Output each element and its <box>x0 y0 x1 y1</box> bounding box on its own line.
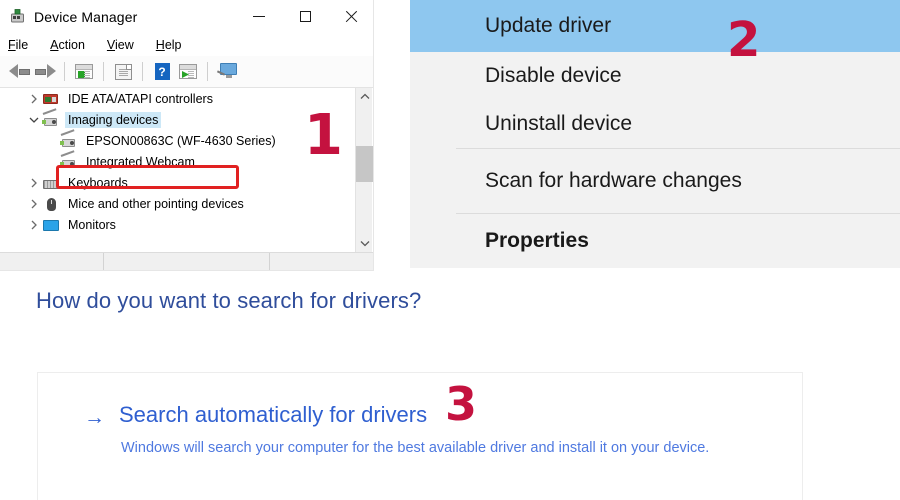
menu-item-label: Uninstall device <box>485 112 633 135</box>
tree-item-label: Monitors <box>68 217 116 232</box>
tree-item-epson-printer[interactable]: EPSON00863C (WF-4630 Series) <box>0 128 373 151</box>
option-title: Search automatically for drivers <box>119 402 428 427</box>
toolbar-separator <box>64 62 65 81</box>
toolbar-separator <box>142 62 143 81</box>
tree-item-label: Keyboards <box>68 175 128 190</box>
chevron-right-icon[interactable] <box>26 199 42 209</box>
keyboard-icon <box>42 175 60 191</box>
status-pane-3 <box>270 253 373 270</box>
chevron-down-icon[interactable] <box>26 116 42 124</box>
ide-controller-icon <box>42 91 60 107</box>
help-button[interactable]: ? <box>149 59 175 85</box>
minimize-button[interactable] <box>236 0 282 33</box>
tree-scrollbar[interactable] <box>355 88 373 252</box>
enable-device-button[interactable] <box>175 59 201 85</box>
menu-item-label: Disable device <box>485 64 622 87</box>
scroll-down-icon[interactable] <box>356 235 373 252</box>
mouse-icon <box>42 196 60 212</box>
status-pane-2 <box>104 253 270 270</box>
device-context-menu: Update driver Disable device Uninstall d… <box>410 0 900 268</box>
close-icon <box>345 10 358 23</box>
maximize-icon <box>299 11 311 22</box>
menu-action[interactable]: Action <box>50 38 85 52</box>
option-search-automatically[interactable]: → Search automatically for drivers <box>84 402 428 429</box>
scroll-up-icon[interactable] <box>356 88 373 105</box>
tree-item-mice[interactable]: Mice and other pointing devices <box>0 193 373 214</box>
monitor-scan-icon <box>216 63 238 80</box>
tree-item-label: Imaging devices <box>65 111 162 128</box>
maximize-button[interactable] <box>282 0 328 33</box>
minimize-icon <box>253 16 265 17</box>
imaging-device-icon <box>60 149 78 170</box>
forward-button[interactable] <box>32 59 58 85</box>
menu-bar: File Action View Help <box>0 33 373 56</box>
menu-help[interactable]: Help <box>156 38 182 52</box>
tree-item-monitors[interactable]: Monitors <box>0 214 373 235</box>
tree-item-label: Integrated Webcam <box>86 154 195 169</box>
tree-item-label: Mice and other pointing devices <box>68 196 244 211</box>
forward-arrow-icon <box>34 64 56 79</box>
scrollbar-thumb[interactable] <box>356 146 373 182</box>
toolbar-separator <box>207 62 208 81</box>
back-arrow-icon <box>8 64 30 79</box>
tree-item-ide-controllers[interactable]: IDE ATA/ATAPI controllers <box>0 88 373 109</box>
imaging-device-icon <box>60 128 78 149</box>
arrow-right-icon: → <box>84 406 105 429</box>
wizard-options-card: → Search automatically for drivers Windo… <box>37 372 803 500</box>
tree-item-imaging-devices[interactable]: Imaging devices <box>0 107 373 130</box>
monitor-icon <box>42 217 60 233</box>
chevron-right-icon[interactable] <box>26 220 42 230</box>
option-description: Windows will search your computer for th… <box>121 440 710 456</box>
status-bar <box>0 252 373 270</box>
menu-item-disable-device[interactable]: Disable device <box>410 52 900 100</box>
menu-item-label: Update driver <box>485 14 612 37</box>
scan-hardware-button[interactable] <box>214 59 240 85</box>
tree-item-label: IDE ATA/ATAPI controllers <box>68 91 213 106</box>
device-manager-window: Device Manager File Action View Help ? I… <box>0 0 374 271</box>
update-driver-wizard: How do you want to search for drivers? →… <box>0 276 900 500</box>
toolbar: ? <box>0 56 373 88</box>
menu-item-label: Properties <box>485 229 589 252</box>
play-window-icon <box>179 64 197 79</box>
menu-item-label: Scan for hardware changes <box>485 169 742 192</box>
menu-file[interactable]: File <box>8 38 28 52</box>
properties-button[interactable] <box>71 59 97 85</box>
tree-item-keyboards[interactable]: Keyboards <box>0 172 373 193</box>
document-icon <box>114 63 132 80</box>
status-pane-1 <box>0 253 104 270</box>
menu-item-uninstall-device[interactable]: Uninstall device <box>410 100 900 148</box>
menu-item-properties[interactable]: Properties <box>410 214 900 268</box>
help-question-icon: ? <box>154 63 170 80</box>
title-bar: Device Manager <box>0 0 373 33</box>
imaging-device-icon <box>42 107 60 128</box>
tree-item-integrated-webcam[interactable]: Integrated Webcam <box>0 149 373 172</box>
wizard-heading: How do you want to search for drivers? <box>36 288 422 313</box>
device-tree[interactable]: IDE ATA/ATAPI controllers Imaging device… <box>0 88 373 252</box>
device-manager-icon <box>9 8 26 25</box>
properties-window-icon <box>75 64 93 79</box>
chevron-right-icon[interactable] <box>26 94 42 104</box>
close-button[interactable] <box>328 0 373 33</box>
chevron-right-icon[interactable] <box>26 178 42 188</box>
menu-item-update-driver[interactable]: Update driver <box>410 0 900 52</box>
update-driver-button[interactable] <box>110 59 136 85</box>
toolbar-separator <box>103 62 104 81</box>
menu-view[interactable]: View <box>107 38 134 52</box>
window-title: Device Manager <box>34 8 138 25</box>
menu-item-scan-for-hardware-changes[interactable]: Scan for hardware changes <box>410 149 900 213</box>
back-button[interactable] <box>6 59 32 85</box>
tree-item-label: EPSON00863C (WF-4630 Series) <box>86 133 276 148</box>
